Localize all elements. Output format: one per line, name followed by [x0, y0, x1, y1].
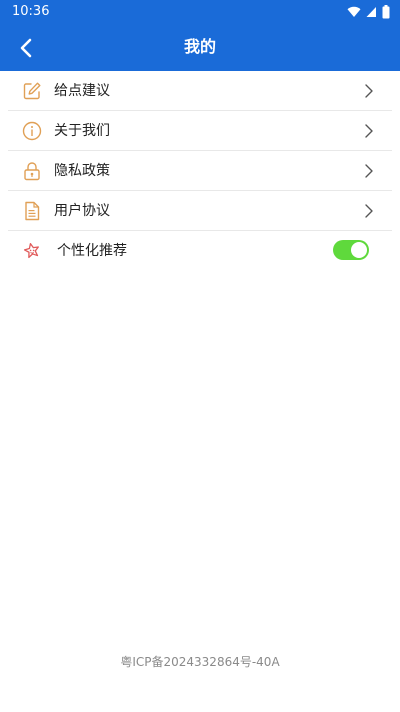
settings-menu: 给点建议 关于我们 隐私政策 用户协议 个性化推荐 — [0, 71, 400, 270]
status-bar: 10:36 — [0, 0, 400, 24]
menu-item-personalized-recommendation: 个性化推荐 — [8, 231, 392, 270]
chevron-right-icon — [365, 124, 373, 138]
personalized-recommendation-toggle[interactable] — [333, 240, 369, 260]
menu-item-label: 给点建议 — [54, 83, 110, 99]
lock-icon — [24, 162, 40, 181]
menu-item-label: 个性化推荐 — [57, 243, 127, 259]
menu-item-label: 关于我们 — [54, 123, 110, 139]
app-bar: 我的 — [0, 24, 400, 71]
menu-item-about[interactable]: 关于我们 — [8, 111, 392, 151]
battery-icon — [382, 5, 390, 19]
info-icon — [22, 121, 42, 141]
menu-item-user-agreement[interactable]: 用户协议 — [8, 191, 392, 231]
chevron-right-icon — [365, 84, 373, 98]
document-icon — [25, 201, 40, 221]
page-title: 我的 — [183, 37, 216, 56]
menu-item-feedback[interactable]: 给点建议 — [8, 71, 392, 111]
status-time: 10:36 — [12, 4, 50, 19]
screen: 10:36 我的 给点建议 关于我们 隐私政策 用户协议 个性化推荐 粤ICP备… — [0, 0, 400, 712]
menu-item-label: 隐私政策 — [54, 163, 110, 179]
menu-item-privacy[interactable]: 隐私政策 — [8, 151, 392, 191]
menu-item-label: 用户协议 — [54, 203, 110, 219]
chevron-right-icon — [365, 204, 373, 218]
status-icons — [347, 5, 390, 19]
signal-icon — [366, 7, 376, 17]
edit-icon — [23, 82, 41, 100]
toggle-knob — [351, 242, 367, 258]
wifi-icon — [347, 6, 361, 18]
icp-footer: 粤ICP备2024332864号-40A — [120, 655, 280, 669]
star-face-icon — [23, 243, 39, 259]
chevron-right-icon — [365, 164, 373, 178]
